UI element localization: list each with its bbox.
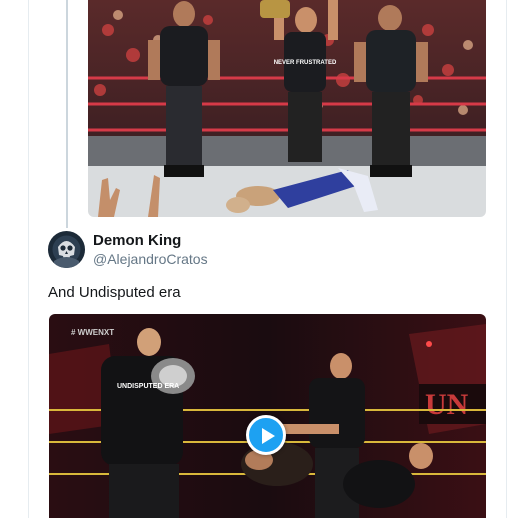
tweet-header: Demon King @AlejandroCratos: [48, 231, 488, 271]
video-shirt-text: UNDISPUTED ERA: [117, 383, 179, 390]
play-video-button[interactable]: [246, 415, 286, 455]
wrestling-photo: NEVER FRUSTRATED: [88, 0, 486, 217]
video-watermark: # WWENXT: [71, 328, 114, 337]
user-handle[interactable]: @AlejandroCratos: [93, 251, 208, 267]
display-name[interactable]: Demon King: [93, 232, 181, 249]
tweet-photo[interactable]: NEVER FRUSTRATED: [88, 0, 486, 217]
thread-connector-line: [66, 0, 68, 228]
timeline-left-border: [28, 0, 29, 518]
video-sign-text: UN: [425, 388, 469, 421]
tweet-text: And Undisputed era: [48, 284, 181, 301]
timeline-right-border: [506, 0, 507, 518]
play-icon: [262, 428, 275, 444]
skull-avatar[interactable]: [48, 231, 85, 268]
shirt-text: NEVER FRUSTRATED: [274, 60, 337, 66]
